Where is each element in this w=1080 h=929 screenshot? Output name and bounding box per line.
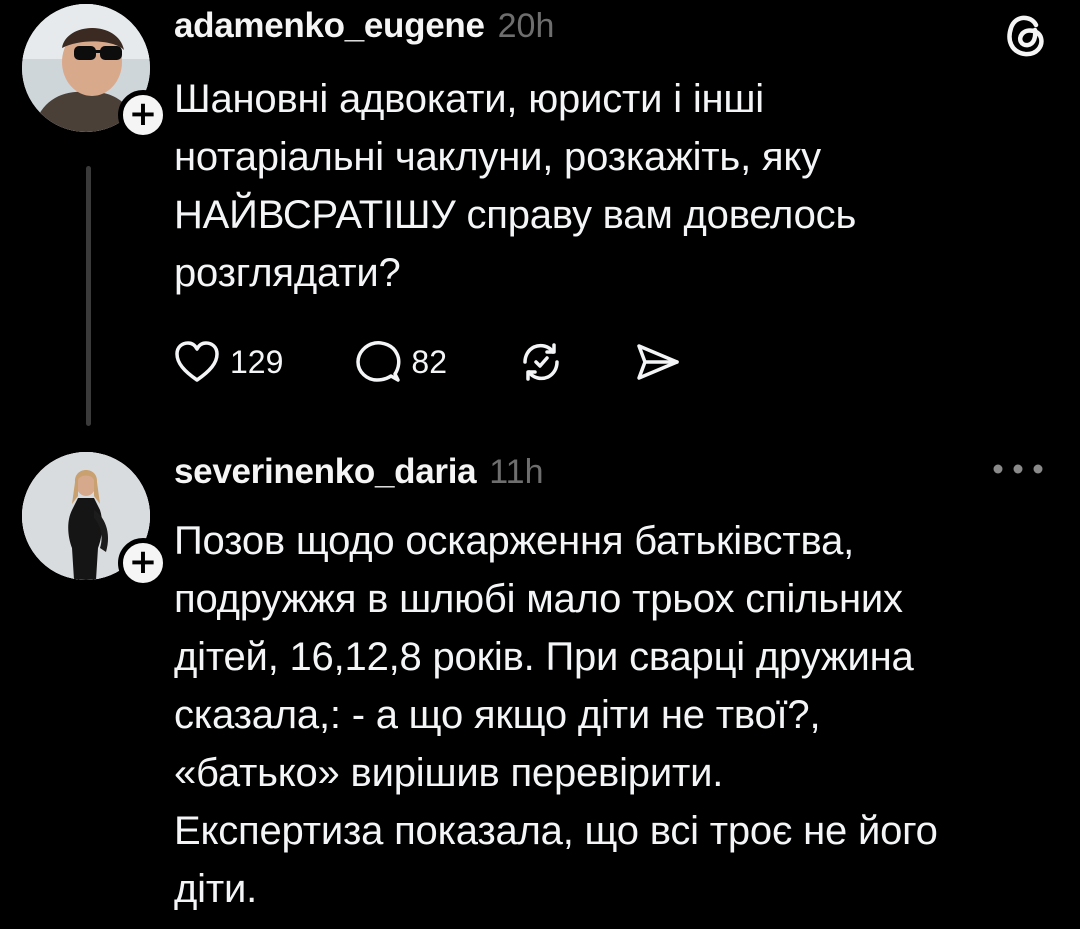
share-icon xyxy=(637,344,679,380)
post-1-avatar-wrap: + xyxy=(22,4,168,140)
more-options-icon[interactable] xyxy=(990,462,1046,481)
post-1: + adamenko_eugene 20h Шановні адвокати, … xyxy=(0,0,1080,440)
timestamp: 20h xyxy=(497,7,555,45)
comment-icon xyxy=(356,341,401,382)
reply-count: 82 xyxy=(411,343,447,380)
like-count: 129 xyxy=(230,343,284,380)
post-2-avatar-wrap: + xyxy=(22,452,168,588)
post-2-header: severinenko_daria 11h xyxy=(174,452,544,492)
share-button[interactable] xyxy=(633,340,681,384)
repost-button[interactable] xyxy=(519,340,563,384)
username[interactable]: severinenko_daria xyxy=(174,452,477,492)
thread-line xyxy=(86,166,91,426)
username[interactable]: adamenko_eugene xyxy=(174,6,485,46)
plus-icon: + xyxy=(128,93,158,134)
heart-icon xyxy=(175,341,219,382)
post-1-actions: 129 82 xyxy=(174,340,681,384)
post-text: Шановні адвокати, юристи і інші нотаріал… xyxy=(174,77,857,295)
follow-button[interactable]: + xyxy=(118,538,168,588)
repost-icon xyxy=(523,343,559,381)
post-1-header: adamenko_eugene 20h xyxy=(174,6,554,46)
timestamp: 11h xyxy=(489,453,544,491)
plus-icon: + xyxy=(128,541,158,582)
reply-button[interactable]: 82 xyxy=(355,340,447,384)
post-text: Позов щодо оскарження батьківства, подру… xyxy=(174,519,938,911)
follow-button[interactable]: + xyxy=(118,90,168,140)
like-button[interactable]: 129 xyxy=(174,341,283,383)
post-2: + severinenko_daria 11h Позов щодо оскар… xyxy=(0,440,1080,929)
threads-logo-icon[interactable] xyxy=(1003,10,1049,63)
